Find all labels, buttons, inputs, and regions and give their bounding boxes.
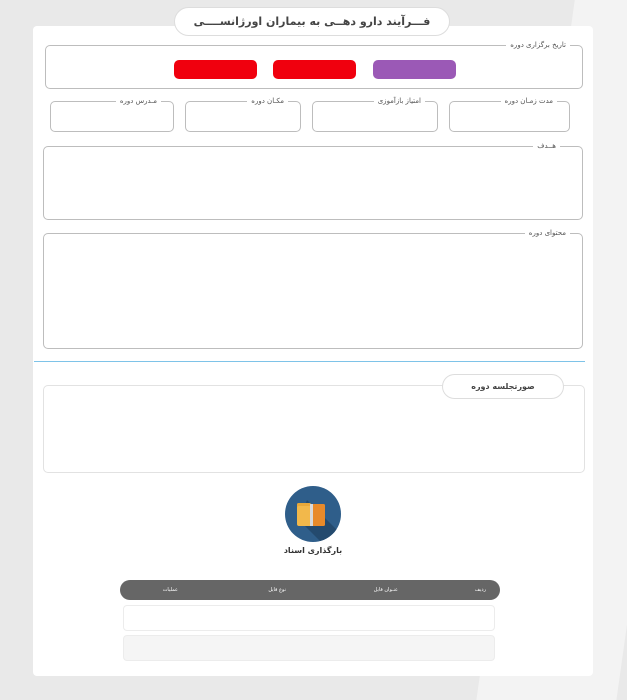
header-actions: عملیات: [162, 587, 178, 593]
page-title: فـــرآیند دارو دهــی به بیماران اورژانسـ…: [174, 7, 450, 36]
section-divider: [34, 361, 585, 362]
table-row: [123, 605, 495, 631]
course-duration-legend: مدت زمـان دوره: [504, 97, 553, 105]
course-minutes-title: صورتجلسه دوره: [442, 374, 564, 399]
course-date-legend: تاریخ برگزاری دوره: [510, 41, 566, 49]
course-instructor-field[interactable]: مـدرس دوره: [50, 97, 174, 132]
date-button-purple[interactable]: [373, 60, 456, 79]
course-content-textarea[interactable]: محتوای دوره: [43, 229, 583, 349]
retraining-credit-field[interactable]: امتیاز بازآموزی: [312, 97, 438, 132]
documents-table-header: ردیف عنـوان فایل نوع فایل عملیات: [120, 580, 500, 600]
date-button-red-middle[interactable]: [273, 60, 356, 79]
goal-legend: هــدف: [537, 142, 556, 150]
header-file-type: نوع فایل: [268, 587, 286, 593]
upload-documents-label: بارگذاری اسناد: [283, 546, 343, 555]
goal-textarea[interactable]: هــدف: [43, 142, 583, 220]
course-content-legend: محتوای دوره: [528, 229, 566, 237]
upload-documents-button[interactable]: [285, 486, 341, 542]
course-instructor-legend: مـدرس دوره: [119, 97, 157, 105]
course-location-field[interactable]: مکـان دوره: [185, 97, 301, 132]
retraining-credit-legend: امتیاز بازآموزی: [377, 97, 421, 105]
header-row-number: ردیف: [474, 587, 486, 593]
folder-icon: [297, 500, 341, 542]
course-location-legend: مکـان دوره: [251, 97, 284, 105]
date-button-red-left[interactable]: [174, 60, 257, 79]
header-file-title: عنـوان فایل: [373, 587, 398, 593]
course-duration-field[interactable]: مدت زمـان دوره: [449, 97, 570, 132]
table-row: [123, 635, 495, 661]
